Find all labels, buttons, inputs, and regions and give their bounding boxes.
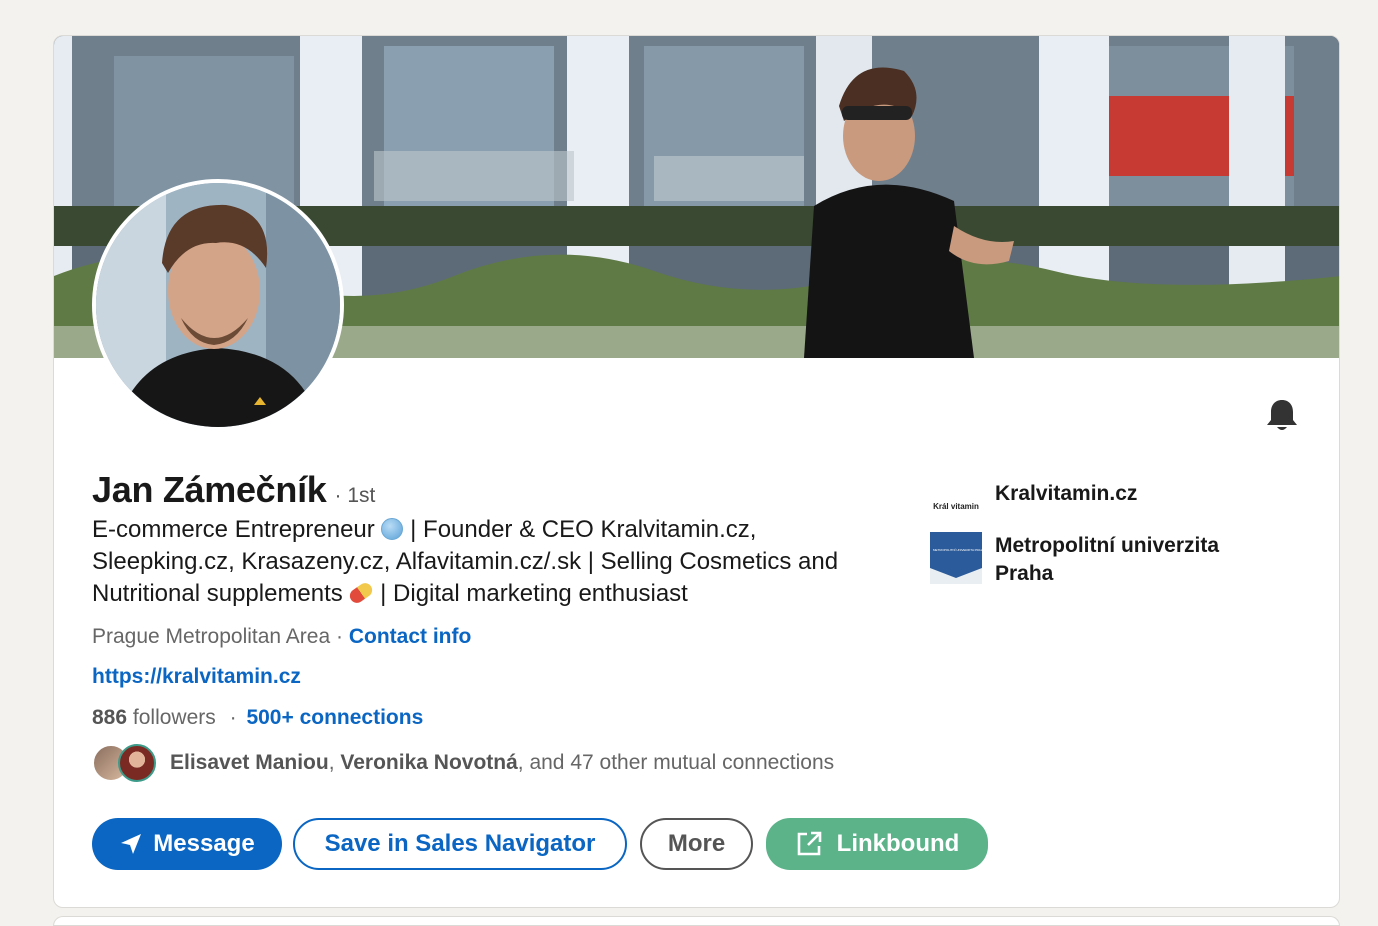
external-link-icon bbox=[797, 831, 821, 856]
sales-navigator-label: Save in Sales Navigator bbox=[324, 830, 596, 857]
headline-part-3: | Digital marketing enthusiast bbox=[380, 580, 688, 607]
message-button-label: Message bbox=[153, 830, 255, 857]
website-link[interactable]: https://kralvitamin.cz bbox=[92, 665, 301, 688]
profile-photo[interactable] bbox=[92, 179, 344, 431]
more-button[interactable]: More bbox=[640, 818, 753, 870]
mutual-name-2: Veronika Novotná bbox=[340, 751, 518, 774]
message-button[interactable]: Message bbox=[92, 818, 282, 870]
mutual-rest: , and 47 other mutual connections bbox=[517, 751, 835, 774]
kralvitamin-logo-text: Král vitamin bbox=[933, 501, 979, 511]
university-logo-icon bbox=[930, 532, 982, 578]
mutual-connections-text: Elisavet Maniou, Veronika Novotná, and 4… bbox=[170, 751, 834, 775]
headline-part-1: E-commerce Entrepreneur bbox=[92, 516, 375, 543]
connection-degree: · 1st bbox=[334, 484, 376, 507]
save-in-sales-navigator-button[interactable]: Save in Sales Navigator bbox=[293, 818, 627, 870]
next-card-edge bbox=[53, 916, 1340, 926]
location-separator: · bbox=[330, 625, 349, 648]
location-text: Prague Metropolitan Area bbox=[92, 625, 331, 648]
pill-emoji-icon bbox=[347, 580, 376, 606]
followers-count: 886 bbox=[92, 706, 128, 729]
metropolitni-logo: METROPOLITNÍ UNIVERZITA PRAHA bbox=[930, 532, 985, 584]
mutual-connections[interactable]: Elisavet Maniou, Veronika Novotná, and 4… bbox=[92, 744, 834, 782]
profile-card: Jan Zámečník · 1st E-commerce Entreprene… bbox=[53, 35, 1340, 908]
notification-bell-button[interactable] bbox=[1262, 396, 1302, 436]
linkbound-label: Linkbound bbox=[836, 830, 960, 857]
linkbound-button[interactable]: Linkbound bbox=[766, 818, 988, 870]
more-button-label: More bbox=[667, 830, 726, 857]
contact-info-link[interactable]: Contact info bbox=[349, 625, 471, 648]
location-row: Prague Metropolitan Area · Contact info bbox=[92, 625, 471, 649]
mutual-comma: , bbox=[328, 751, 341, 774]
connections-link[interactable]: 500+ connections bbox=[246, 706, 423, 729]
mutual-avatar-2 bbox=[118, 744, 156, 782]
name-row: Jan Zámečník · 1st bbox=[92, 469, 375, 511]
mutual-name-1: Elisavet Maniou bbox=[170, 751, 329, 774]
stats-row: 886 followers · 500+ connections bbox=[92, 706, 423, 730]
org-name-metropolitni: Metropolitní univerzita Praha bbox=[995, 534, 1220, 585]
stats-separator: · bbox=[229, 706, 237, 729]
profile-name: Jan Zámečník bbox=[92, 469, 327, 510]
org-item-kralvitamin[interactable]: Král vitamin Kralvitamin.cz bbox=[930, 480, 1255, 532]
profile-photo-image bbox=[96, 183, 340, 427]
paper-plane-icon bbox=[121, 834, 142, 854]
kralvitamin-logo: Král vitamin bbox=[930, 480, 982, 532]
metropolitni-logo-text: METROPOLITNÍ UNIVERZITA PRAHA bbox=[933, 548, 985, 552]
followers-label: followers bbox=[132, 706, 216, 729]
org-item-metropolitni[interactable]: METROPOLITNÍ UNIVERZITA PRAHA Metropolit… bbox=[930, 532, 1255, 588]
globe-emoji-icon bbox=[381, 518, 404, 540]
profile-headline: E-commerce Entrepreneur | Founder & CEO … bbox=[92, 514, 872, 610]
bell-icon bbox=[1267, 400, 1297, 430]
org-name-kralvitamin: Kralvitamin.cz bbox=[995, 482, 1138, 505]
website-row: https://kralvitamin.cz bbox=[92, 665, 301, 689]
